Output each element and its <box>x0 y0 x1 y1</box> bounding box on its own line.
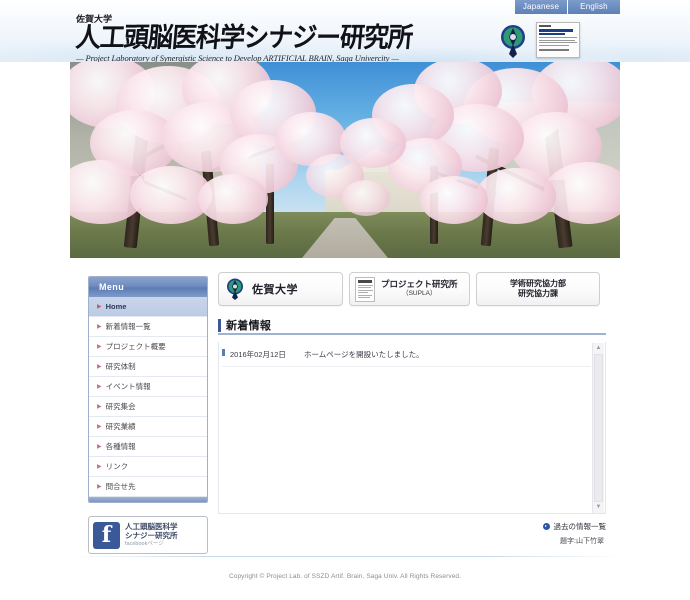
sidebar-item-project-overview[interactable]: ▶ プロジェクト概要 <box>89 337 207 357</box>
language-button-english[interactable]: English <box>568 0 620 14</box>
link-box-saga-university[interactable]: 佐賀大学 <box>218 272 343 306</box>
link-box-research-cooperation[interactable]: 学術研究協力部 研究協力課 <box>476 272 600 306</box>
news-panel: 2016年02月12日 ホームページを開設いたしました。 ▲ ▼ <box>218 342 606 514</box>
site-header: Japanese English 佐賀大学 人工頭脳医科学シナジー研究所 — P… <box>0 0 690 62</box>
link-sublabel: （SUPLA） <box>402 290 437 298</box>
sidebar-item-label: プロジェクト概要 <box>105 342 166 351</box>
calligraphy-credit: 題字:山下竹翠 <box>560 538 604 545</box>
news-date: 2016年02月12日 <box>230 350 286 359</box>
facebook-page-banner[interactable]: f 人工頭脳医科学 シナジー研究所 facebookページ <box>88 516 208 554</box>
sidebar-item-contact[interactable]: ▶ 問合せ先 <box>89 477 207 497</box>
sidebar-item-event-info[interactable]: ▶ イベント情報 <box>89 377 207 397</box>
list-item[interactable]: 2016年02月12日 ホームページを開設いたしました。 <box>222 349 591 367</box>
link-label: 佐賀大学 <box>252 284 298 296</box>
news-heading: 新着情報 <box>226 320 272 332</box>
past-news-label: 過去の情報一覧 <box>553 522 607 531</box>
language-button-japanese[interactable]: Japanese <box>515 0 568 14</box>
chevron-right-icon: ▶ <box>97 383 102 390</box>
chevron-right-icon: ▶ <box>97 343 102 350</box>
bullet-icon <box>222 349 225 356</box>
news-text: ホームページを開設いたしました。 <box>304 350 424 359</box>
link-label: 学術研究協力部 <box>510 278 566 288</box>
site-identity[interactable]: 佐賀大学 人工頭脳医科学シナジー研究所 — Project Laboratory… <box>74 12 414 63</box>
chevron-right-icon: ▶ <box>97 403 102 410</box>
section-marker <box>218 319 221 332</box>
facebook-banner-line3: facebookページ <box>125 541 164 548</box>
sidebar-item-label: 研究業績 <box>105 422 136 431</box>
hero-campus-photo <box>70 62 620 258</box>
sidebar: Menu ▶ Home ▶ 新着情報一覧 ▶ プロジェクト概要 ▶ 研究体制 ▶ イベント… <box>88 276 208 554</box>
sidebar-item-label: 研究集会 <box>105 402 136 411</box>
sidebar-item-news-list[interactable]: ▶ 新着情報一覧 <box>89 317 207 337</box>
chevron-right-icon: ▶ <box>97 443 102 450</box>
news-list: 2016年02月12日 ホームページを開設いたしました。 <box>219 342 605 367</box>
menu-header: Menu <box>89 277 207 297</box>
saga-university-emblem-icon <box>498 24 528 58</box>
navigation-menu: Menu ▶ Home ▶ 新着情報一覧 ▶ プロジェクト概要 ▶ 研究体制 ▶ イベント… <box>88 276 208 503</box>
sidebar-item-label: 研究体制 <box>105 362 136 371</box>
chevron-right-icon: ▶ <box>97 303 102 310</box>
sidebar-item-label: 新着情報一覧 <box>105 322 151 331</box>
sidebar-item-label: 問合せ先 <box>105 482 136 491</box>
sidebar-item-links[interactable]: ▶ リンク <box>89 457 207 477</box>
sidebar-item-label: Home <box>105 302 127 311</box>
footer-divider <box>70 556 620 557</box>
chevron-right-icon: ▶ <box>97 323 102 330</box>
chevron-right-icon: ▶ <box>97 483 102 490</box>
main-column: 佐賀大学 プロジェクト研究所 （SUPLA） 学術研究協力部 研究協力課 新着情… <box>218 272 606 546</box>
news-section-header: 新着情報 <box>218 319 606 335</box>
sidebar-item-various-info[interactable]: ▶ 各種情報 <box>89 437 207 457</box>
chevron-right-icon: ▶ <box>97 423 102 430</box>
document-icon <box>355 276 375 302</box>
sidebar-item-label: イベント情報 <box>105 382 151 391</box>
past-news-link[interactable]: 過去の情報一覧 <box>218 521 606 532</box>
site-subtitle: — Project Laboratory of Synergistic Scie… <box>76 52 399 63</box>
facebook-banner-line2: シナジー研究所 <box>125 531 178 541</box>
facebook-icon: f <box>93 521 120 549</box>
sidebar-item-research-achievements[interactable]: ▶ 研究業績 <box>89 417 207 437</box>
chevron-right-icon: ▶ <box>97 363 102 370</box>
institute-poster-thumbnail-icon[interactable] <box>536 22 580 58</box>
language-switcher[interactable]: Japanese English <box>515 0 620 14</box>
site-footer: Copyright © Project Lab. of SSZD Artif. … <box>0 556 690 600</box>
chevron-right-icon: ▶ <box>97 463 102 470</box>
menu-footer-bar <box>89 497 207 502</box>
site-title: 人工頭脳医科学シナジー研究所 <box>74 21 414 54</box>
scrollbar-thumb[interactable] <box>594 354 603 502</box>
copyright-text: Copyright © Project Lab. of SSZD Artif. … <box>228 573 462 580</box>
link-sublabel: 研究協力課 <box>518 289 558 298</box>
arrow-circle-icon <box>542 523 550 530</box>
sidebar-item-label: 各種情報 <box>105 442 136 451</box>
sidebar-item-home[interactable]: ▶ Home <box>89 297 207 317</box>
sidebar-item-label: リンク <box>105 462 129 471</box>
scroll-down-arrow-icon[interactable]: ▼ <box>594 503 603 512</box>
sidebar-item-research-meetings[interactable]: ▶ 研究集会 <box>89 397 207 417</box>
link-label: プロジェクト研究所 <box>381 279 458 290</box>
scroll-up-arrow-icon[interactable]: ▲ <box>594 344 603 353</box>
link-box-project-laboratory[interactable]: プロジェクト研究所 （SUPLA） <box>349 272 470 306</box>
facebook-banner-line1: 人工頭脳医科学 <box>125 522 178 531</box>
saga-university-emblem-icon <box>225 278 245 300</box>
sidebar-item-research-structure[interactable]: ▶ 研究体制 <box>89 357 207 377</box>
page-content: Menu ▶ Home ▶ 新着情報一覧 ▶ プロジェクト概要 ▶ 研究体制 ▶ イベント… <box>70 258 620 554</box>
external-link-row: 佐賀大学 プロジェクト研究所 （SUPLA） 学術研究協力部 研究協力課 <box>218 272 606 306</box>
news-scrollbar[interactable]: ▲ ▼ <box>592 343 604 513</box>
